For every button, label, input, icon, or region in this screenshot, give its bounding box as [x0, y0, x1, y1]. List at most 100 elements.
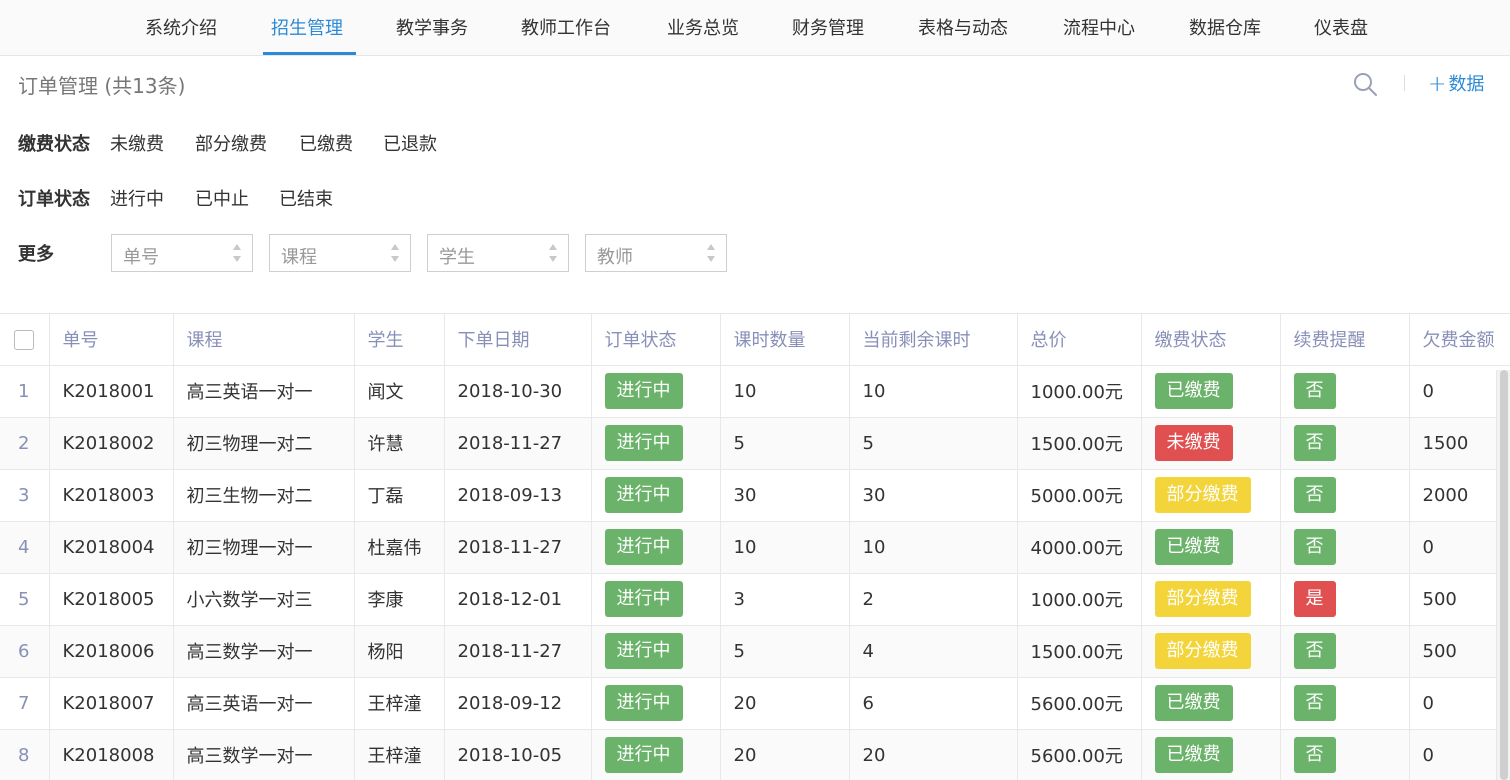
renewal-reminder-badge: 否: [1293, 373, 1336, 409]
order-status-badge: 进行中: [604, 529, 683, 565]
table-row[interactable]: 2 K2018002 初三物理一对二 许慧 2018-11-27 进行中 5 5…: [0, 417, 1510, 470]
student-cell: 王梓潼: [354, 729, 445, 780]
column-header[interactable]: 课时数量: [720, 314, 850, 366]
payment-status-badge: 部分缴费: [1154, 633, 1251, 669]
hours-cell: 10: [720, 521, 850, 574]
renewal-reminder-cell: 否: [1280, 521, 1410, 574]
order-number-select[interactable]: 单号: [111, 234, 253, 272]
payment-status-cell: 未缴费: [1141, 417, 1281, 470]
column-header[interactable]: 欠费金额: [1409, 314, 1510, 366]
remaining-hours-cell: 4: [849, 625, 1018, 678]
order-status-badge: 进行中: [604, 425, 683, 461]
tab-teacher-workbench[interactable]: 教师工作台: [521, 0, 611, 56]
order-status-cell: 进行中: [591, 573, 721, 626]
column-header[interactable]: 总价: [1017, 314, 1142, 366]
student-cell: 王梓潼: [354, 677, 445, 730]
course-placeholder: 课程: [281, 247, 317, 268]
column-header[interactable]: 课程: [173, 314, 355, 366]
renewal-reminder-cell: 否: [1280, 469, 1410, 522]
payment-status-badge: 已缴费: [1154, 737, 1233, 773]
table-row[interactable]: 5 K2018005 小六数学一对三 李康 2018-12-01 进行中 3 2…: [0, 573, 1510, 626]
select-all-checkbox[interactable]: [14, 329, 34, 350]
payment-status-cell: 已缴费: [1141, 729, 1281, 780]
tab-business-overview[interactable]: 业务总览: [667, 0, 739, 56]
hours-cell: 30: [720, 469, 850, 522]
scrollbar-thumb[interactable]: [1500, 370, 1508, 780]
owed-amount-cell: 0: [1409, 521, 1510, 574]
filter-in-progress[interactable]: 进行中: [110, 185, 164, 211]
tab-tables-dynamics[interactable]: 表格与动态: [918, 0, 1008, 56]
order-number-cell: K2018006: [49, 625, 174, 678]
more-filter: 更多: [18, 240, 54, 266]
remaining-hours-cell: 5: [849, 417, 1018, 470]
payment-status-cell: 已缴费: [1141, 521, 1281, 574]
filter-paid[interactable]: 已缴费: [299, 130, 353, 156]
order-status-filter: 订单状态 进行中 已中止 已结束: [18, 185, 618, 213]
column-header[interactable]: 单号: [49, 314, 174, 366]
table-row[interactable]: 3 K2018003 初三生物一对二 丁磊 2018-09-13 进行中 30 …: [0, 469, 1510, 522]
table-row[interactable]: 7 K2018007 高三英语一对一 王梓潼 2018-09-12 进行中 20…: [0, 677, 1510, 730]
teacher-select[interactable]: 教师: [585, 234, 727, 272]
tab-data-warehouse[interactable]: 数据仓库: [1189, 0, 1261, 56]
order-status-badge: 进行中: [604, 373, 683, 409]
active-tab-indicator: [263, 52, 356, 55]
total-price-cell: 1500.00元: [1017, 625, 1142, 678]
plus-icon: +: [1428, 72, 1447, 97]
total-price-cell: 5600.00元: [1017, 677, 1142, 730]
top-nav: 系统介绍 招生管理 教学事务 教师工作台 业务总览 财务管理 表格与动态 流程中…: [0, 0, 1510, 56]
table-row[interactable]: 8 K2018008 高三数学一对一 王梓潼 2018-10-05 进行中 20…: [0, 729, 1510, 780]
renewal-reminder-cell: 否: [1280, 365, 1410, 418]
column-header[interactable]: 学生: [354, 314, 445, 366]
page-title: 订单管理 (共13条): [18, 74, 186, 98]
column-header[interactable]: 当前剩余课时: [849, 314, 1018, 366]
student-select[interactable]: 学生: [427, 234, 569, 272]
owed-amount-cell: 2000: [1409, 469, 1510, 522]
table-row[interactable]: 4 K2018004 初三物理一对一 杜嘉伟 2018-11-27 进行中 10…: [0, 521, 1510, 574]
hours-cell: 3: [720, 573, 850, 626]
order-status-badge: 进行中: [604, 581, 683, 617]
order-number-placeholder: 单号: [123, 247, 159, 268]
order-status-cell: 进行中: [591, 521, 721, 574]
payment-status-badge: 部分缴费: [1154, 477, 1251, 513]
table-scrollbar[interactable]: [1496, 370, 1510, 780]
course-cell: 初三物理一对一: [173, 521, 355, 574]
add-data-button[interactable]: + 数据: [1428, 70, 1484, 97]
student-placeholder: 学生: [439, 247, 475, 268]
filter-finished[interactable]: 已结束: [279, 185, 333, 211]
total-price-cell: 4000.00元: [1017, 521, 1142, 574]
filter-partial-paid[interactable]: 部分缴费: [195, 130, 267, 156]
select-all-cell[interactable]: [0, 314, 50, 366]
total-price-cell: 5600.00元: [1017, 729, 1142, 780]
row-index: 7: [0, 677, 50, 730]
tab-dashboard[interactable]: 仪表盘: [1314, 0, 1368, 56]
tab-system-intro[interactable]: 系统介绍: [145, 0, 217, 56]
renewal-reminder-badge: 否: [1293, 529, 1336, 565]
order-status-cell: 进行中: [591, 625, 721, 678]
column-header[interactable]: 缴费状态: [1141, 314, 1281, 366]
order-status-cell: 进行中: [591, 469, 721, 522]
tab-enrollment[interactable]: 招生管理: [271, 0, 343, 56]
tab-process-center[interactable]: 流程中心: [1063, 0, 1135, 56]
filter-suspended[interactable]: 已中止: [195, 185, 249, 211]
owed-amount-cell: 1500: [1409, 417, 1510, 470]
column-header[interactable]: 下单日期: [444, 314, 592, 366]
order-status-cell: 进行中: [591, 417, 721, 470]
remaining-hours-cell: 2: [849, 573, 1018, 626]
tab-finance[interactable]: 财务管理: [792, 0, 864, 56]
filter-refunded[interactable]: 已退款: [383, 130, 437, 156]
column-header[interactable]: 续费提醒: [1280, 314, 1410, 366]
column-header[interactable]: 订单状态: [591, 314, 721, 366]
table-row[interactable]: 1 K2018001 高三英语一对一 闻文 2018-10-30 进行中 10 …: [0, 365, 1510, 418]
filter-unpaid[interactable]: 未缴费: [110, 130, 164, 156]
order-number-cell: K2018004: [49, 521, 174, 574]
order-date-cell: 2018-12-01: [444, 573, 592, 626]
row-index: 8: [0, 729, 50, 780]
owed-amount-cell: 500: [1409, 573, 1510, 626]
remaining-hours-cell: 10: [849, 521, 1018, 574]
search-icon[interactable]: [1352, 71, 1378, 97]
table-row[interactable]: 6 K2018006 高三数学一对一 杨阳 2018-11-27 进行中 5 4…: [0, 625, 1510, 678]
renewal-reminder-badge: 是: [1293, 581, 1336, 617]
course-select[interactable]: 课程: [269, 234, 411, 272]
tab-teaching-affairs[interactable]: 教学事务: [396, 0, 468, 56]
renewal-reminder-cell: 否: [1280, 625, 1410, 678]
